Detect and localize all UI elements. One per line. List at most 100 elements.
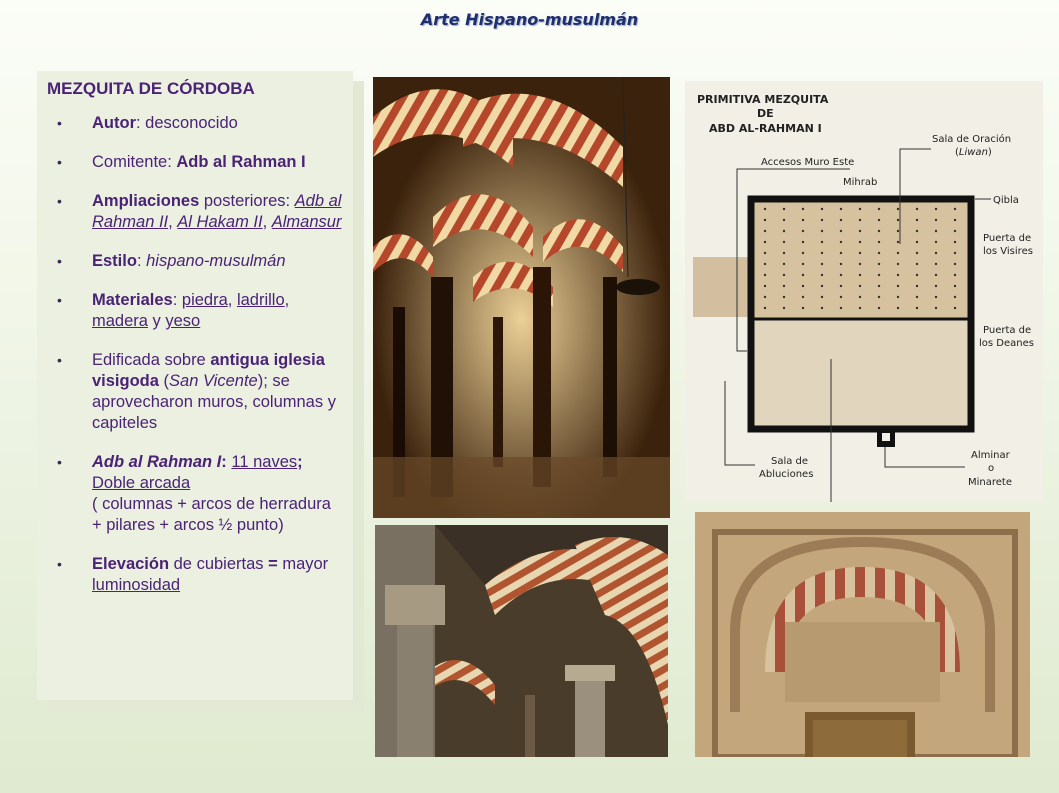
doorway-illustration bbox=[695, 512, 1030, 757]
plan-column-dot bbox=[915, 240, 919, 244]
plan-column-dot bbox=[877, 218, 881, 222]
plan-label-abluciones-2: Abluciones bbox=[759, 469, 813, 480]
link-ladrillo[interactable]: ladrillo bbox=[237, 291, 285, 309]
plan-column-dot bbox=[839, 240, 843, 244]
plan-column-dot bbox=[858, 207, 862, 211]
plan-column-dot bbox=[839, 262, 843, 266]
plan-column-dot bbox=[896, 240, 900, 244]
plan-column-dot bbox=[858, 262, 862, 266]
bullet-icon: • bbox=[57, 454, 62, 470]
plan-column-dot bbox=[839, 229, 843, 233]
plan-column-dot bbox=[763, 229, 767, 233]
plan-column-dot bbox=[839, 273, 843, 277]
plan-column-dot bbox=[915, 218, 919, 222]
plan-label-accesos: Accesos Muro Este bbox=[761, 157, 854, 168]
plan-column-dot bbox=[763, 284, 767, 288]
plan-column-dot bbox=[953, 284, 957, 288]
plan-label-alminar-1: Alminar bbox=[971, 450, 1011, 461]
plan-column-dot bbox=[953, 295, 957, 299]
plan-column-dot bbox=[801, 240, 805, 244]
link-11-naves[interactable]: 11 naves bbox=[231, 453, 297, 471]
ampliaciones-text: posteriores: bbox=[199, 192, 295, 210]
plan-label-mihrab: Mihrab bbox=[843, 177, 877, 188]
plan-column-dot bbox=[801, 218, 805, 222]
plan-column-dot bbox=[820, 218, 824, 222]
plan-column-dot bbox=[896, 251, 900, 255]
link-doble-arcada[interactable]: Doble arcada bbox=[92, 474, 190, 492]
plan-column-dot bbox=[953, 251, 957, 255]
plan-column-dot bbox=[915, 251, 919, 255]
separator: : bbox=[172, 291, 182, 309]
edificada-pre: Edificada sobre bbox=[92, 351, 211, 369]
plan-column-dot bbox=[953, 218, 957, 222]
info-panel: MEZQUITA DE CÓRDOBA • Autor: desconocido… bbox=[37, 71, 353, 700]
plan-column-dot bbox=[820, 240, 824, 244]
plan-column-dot bbox=[934, 229, 938, 233]
link-al-hakam-ii[interactable]: Al Hakam II bbox=[177, 213, 262, 231]
plan-column-dot bbox=[801, 273, 805, 277]
plan-column-dot bbox=[877, 306, 881, 310]
link-madera[interactable]: madera bbox=[92, 312, 148, 330]
plan-column-dot bbox=[915, 295, 919, 299]
plan-column-dot bbox=[896, 207, 900, 211]
list-item-estilo: • Estilo: hispano-musulmán bbox=[47, 251, 343, 272]
link-luminosidad[interactable]: luminosidad bbox=[92, 576, 180, 594]
plan-column-dot bbox=[820, 284, 824, 288]
plan-column-dot bbox=[877, 240, 881, 244]
plan-column-dot bbox=[782, 262, 786, 266]
arcade-illustration bbox=[373, 77, 670, 518]
floor-plan-diagram: PRIMITIVA MEZQUITA DE ABD AL-RAHMAN I Sa… bbox=[693, 93, 1034, 502]
plan-column-dot bbox=[858, 284, 862, 288]
plan-label-deanes-2: los Deanes bbox=[979, 338, 1034, 349]
plan-column-dot bbox=[858, 295, 862, 299]
link-almansur[interactable]: Almansur bbox=[272, 213, 342, 231]
plan-column-dot bbox=[820, 207, 824, 211]
plan-column-dot bbox=[896, 218, 900, 222]
plan-column-dot bbox=[763, 207, 767, 211]
plan-column-dot bbox=[763, 306, 767, 310]
plan-column-dot bbox=[839, 218, 843, 222]
elevacion-post: mayor bbox=[277, 555, 329, 573]
plan-column-dot bbox=[896, 262, 900, 266]
estilo-value: hispano-musulmán bbox=[146, 252, 286, 270]
plan-column-dot bbox=[763, 295, 767, 299]
plan-column-dot bbox=[801, 295, 805, 299]
panel-heading: MEZQUITA DE CÓRDOBA bbox=[47, 79, 255, 98]
link-piedra[interactable]: piedra bbox=[182, 291, 228, 309]
colon: : bbox=[221, 453, 232, 471]
equals-sign: = bbox=[268, 555, 278, 573]
plan-column-dot bbox=[877, 284, 881, 288]
plan-column-dot bbox=[953, 273, 957, 277]
plan-label-visires-1: Puerta de bbox=[983, 233, 1031, 244]
photo-columns bbox=[375, 525, 668, 757]
plan-column-dot bbox=[801, 251, 805, 255]
plan-column-dot bbox=[915, 284, 919, 288]
bullet-icon: • bbox=[57, 292, 62, 308]
plan-column-dot bbox=[934, 262, 938, 266]
plan-column-dot bbox=[877, 262, 881, 266]
plan-column-dot bbox=[763, 251, 767, 255]
plan-column-dot bbox=[915, 229, 919, 233]
plan-column-dot bbox=[858, 240, 862, 244]
comitente-value: Adb al Rahman I bbox=[176, 153, 306, 171]
plan-column-dot bbox=[953, 262, 957, 266]
list-item-autor: • Autor: desconocido bbox=[47, 113, 343, 134]
paren-open: ( bbox=[158, 372, 170, 390]
plan-side-block bbox=[693, 257, 753, 317]
list-item-ampliaciones: • Ampliaciones posteriores: Adb al Rahma… bbox=[47, 191, 343, 233]
plan-column-dot bbox=[763, 240, 767, 244]
plan-title-line3: ABD AL-RAHMAN I bbox=[709, 122, 822, 135]
plan-label-abluciones-1: Sala de bbox=[771, 456, 808, 467]
plan-column-dot bbox=[763, 273, 767, 277]
plan-column-dot bbox=[801, 306, 805, 310]
plan-label-liwan: (Liwan) bbox=[955, 147, 992, 158]
plan-label-sala-oracion: Sala de Oración bbox=[932, 133, 1011, 145]
plan-column-dot bbox=[820, 229, 824, 233]
plan-column-dot bbox=[877, 251, 881, 255]
list-item-materiales: • Materiales: piedra, ladrillo, madera y… bbox=[57, 291, 290, 330]
link-yeso[interactable]: yeso bbox=[165, 312, 200, 330]
bullet-icon: • bbox=[57, 253, 62, 269]
plan-column-dot bbox=[839, 284, 843, 288]
list-item-edificada: • Edificada sobre antigua iglesia visigo… bbox=[47, 350, 343, 434]
plan-column-dot bbox=[953, 229, 957, 233]
